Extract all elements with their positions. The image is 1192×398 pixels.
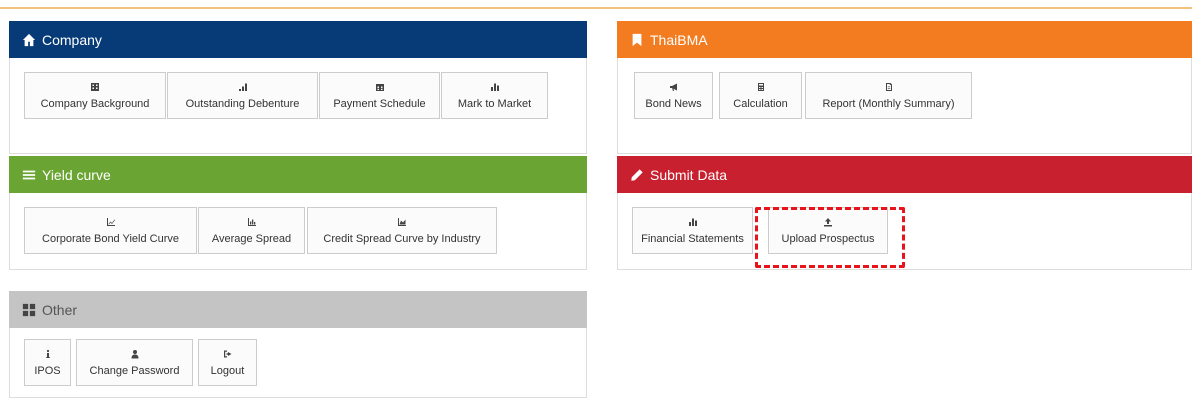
bullhorn-icon <box>669 82 679 94</box>
yield-curve-panel: Yield curve Corporate Bond Yield Curve A… <box>9 156 587 270</box>
yield-curve-panel-title: Yield curve <box>42 166 111 183</box>
upload-prospectus-highlight <box>755 207 905 268</box>
bond-news-label: Bond News <box>645 97 702 110</box>
user-icon <box>130 349 140 361</box>
ipos-label: IPOS <box>34 364 61 377</box>
corporate-bond-yield-curve-label: Corporate Bond Yield Curve <box>42 232 179 245</box>
other-panel-title: Other <box>42 301 78 318</box>
company-panel-body: Company Background Outstanding Debenture… <box>9 58 587 154</box>
average-spread-label: Average Spread <box>211 232 292 245</box>
home-icon <box>21 32 37 48</box>
corporate-bond-yield-curve-button[interactable]: Corporate Bond Yield Curve <box>24 207 197 254</box>
thaibma-panel: ThaiBMA Bond News Calculation Report (Mo… <box>617 21 1192 154</box>
thaibma-panel-header: ThaiBMA <box>617 21 1192 58</box>
submit-data-panel-header: Submit Data <box>617 156 1192 193</box>
calendar-icon <box>375 82 385 94</box>
yield-curve-panel-body: Corporate Bond Yield Curve Average Sprea… <box>9 193 587 270</box>
company-background-label: Company Background <box>40 97 150 110</box>
other-panel: Other IPOS Change Password Logout <box>9 291 587 398</box>
company-background-button[interactable]: Company Background <box>24 72 166 119</box>
company-panel-header: Company <box>9 21 587 58</box>
list-icon <box>21 167 37 183</box>
outstanding-debenture-label: Outstanding Debenture <box>185 97 300 110</box>
info-icon <box>43 349 53 361</box>
outstanding-debenture-button[interactable]: Outstanding Debenture <box>167 72 318 119</box>
bookmark-icon <box>629 32 645 48</box>
logout-label: Logout <box>210 364 245 377</box>
financial-statements-button[interactable]: Financial Statements <box>632 207 753 254</box>
change-password-label: Change Password <box>89 364 180 377</box>
submit-data-panel-title: Submit Data <box>650 166 728 183</box>
dashboard-page: Company Company Background Outstanding D… <box>0 0 1192 398</box>
mark-to-market-label: Mark to Market <box>457 97 532 110</box>
thaibma-panel-body: Bond News Calculation Report (Monthly Su… <box>617 58 1192 154</box>
pencil-icon <box>629 167 645 183</box>
bar-chart-icon <box>490 82 500 94</box>
company-panel-title: Company <box>42 31 102 48</box>
yield-curve-panel-header: Yield curve <box>9 156 587 193</box>
sign-out-icon <box>223 349 233 361</box>
signal-icon <box>238 82 248 94</box>
bond-news-button[interactable]: Bond News <box>634 72 713 119</box>
top-divider <box>0 7 1192 9</box>
credit-spread-curve-by-industry-button[interactable]: Credit Spread Curve by Industry <box>307 207 497 254</box>
bar-chart-icon <box>688 217 698 229</box>
financial-statements-label: Financial Statements <box>641 232 744 245</box>
report-monthly-summary-button[interactable]: Report (Monthly Summary) <box>805 72 972 119</box>
payment-schedule-label: Payment Schedule <box>333 97 426 110</box>
area-chart-icon <box>397 217 407 229</box>
line-chart-icon <box>106 217 116 229</box>
calculation-label: Calculation <box>733 97 788 110</box>
file-icon <box>884 82 894 94</box>
building-icon <box>90 82 100 94</box>
company-panel: Company Company Background Outstanding D… <box>9 21 587 154</box>
credit-spread-curve-by-industry-label: Credit Spread Curve by Industry <box>323 232 481 245</box>
bar-chart-icon <box>247 217 257 229</box>
calculation-button[interactable]: Calculation <box>719 72 802 119</box>
other-panel-header: Other <box>9 291 587 328</box>
grid-icon <box>21 302 37 318</box>
average-spread-button[interactable]: Average Spread <box>198 207 305 254</box>
thaibma-panel-title: ThaiBMA <box>650 31 708 48</box>
other-panel-body: IPOS Change Password Logout <box>9 328 587 398</box>
logout-button[interactable]: Logout <box>198 339 257 386</box>
mark-to-market-button[interactable]: Mark to Market <box>441 72 548 119</box>
change-password-button[interactable]: Change Password <box>76 339 193 386</box>
report-monthly-summary-label: Report (Monthly Summary) <box>822 97 955 110</box>
calculator-icon <box>756 82 766 94</box>
ipos-button[interactable]: IPOS <box>24 339 71 386</box>
payment-schedule-button[interactable]: Payment Schedule <box>319 72 440 119</box>
